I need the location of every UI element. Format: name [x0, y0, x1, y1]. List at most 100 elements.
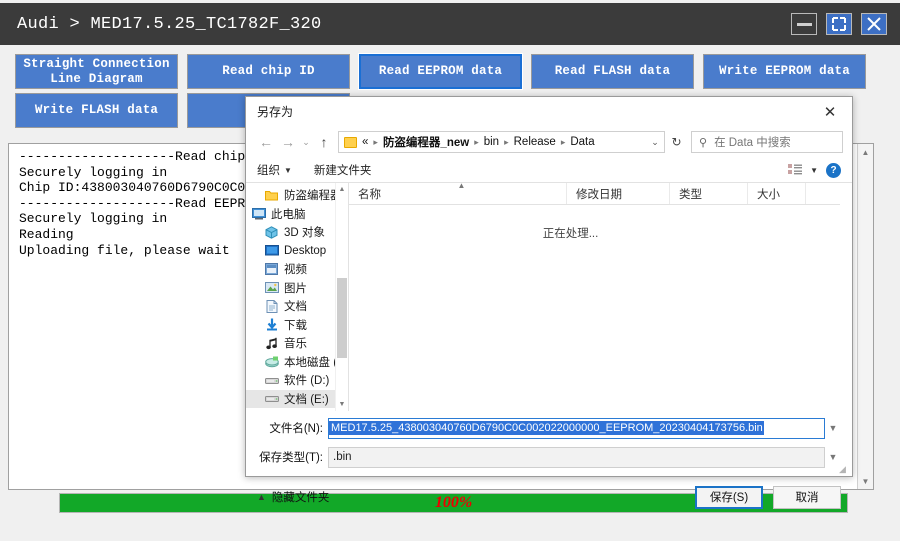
- nav-pane-item-5[interactable]: 图片: [246, 279, 348, 298]
- nav-pane-item-label: 文档 (E:): [284, 391, 329, 407]
- app-title-bar: Audi > MED17.5.25_TC1782F_320: [0, 3, 900, 45]
- filename-input[interactable]: MED17.5.25_438003040760D6790C0C002022000…: [328, 418, 825, 439]
- nav-pane-item-2[interactable]: 3D 对象: [246, 223, 348, 242]
- view-options: ▼ ?: [788, 163, 841, 178]
- filetype-select[interactable]: .bin: [328, 447, 825, 468]
- scroll-up-icon[interactable]: ▲: [858, 144, 873, 160]
- nav-pane-item-4[interactable]: 视频: [246, 260, 348, 279]
- organize-menu[interactable]: 组织 ▼: [257, 162, 292, 178]
- file-list-scrollbar[interactable]: [840, 183, 852, 411]
- folder-icon: [264, 189, 279, 202]
- nav-pane-item-10[interactable]: 软件 (D:): [246, 371, 348, 390]
- window-controls: [791, 13, 887, 35]
- column-header-type[interactable]: 类型: [670, 183, 748, 204]
- read-eeprom-data-button[interactable]: Read EEPROM data: [359, 54, 522, 89]
- nav-pane-item-label: 图片: [284, 280, 307, 296]
- write-eeprom-data-button[interactable]: Write EEPROM data: [703, 54, 866, 89]
- dialog-navigation-bar: ← → ⌄ ↑ « ▸ 防盗编程器_new ▸ bin ▸ Release ▸ …: [246, 126, 852, 158]
- nav-scroll-thumb[interactable]: [337, 278, 347, 358]
- local-disk-icon: [264, 355, 279, 368]
- nav-scroll-up-icon[interactable]: ▲: [336, 183, 348, 196]
- address-dropdown-icon[interactable]: ⌄: [646, 137, 664, 148]
- view-chevron-down-icon[interactable]: ▼: [810, 166, 818, 175]
- nav-pane-item-11[interactable]: 文档 (E:): [246, 390, 348, 409]
- new-folder-button[interactable]: 新建文件夹: [314, 162, 372, 178]
- nav-pane-item-label: 音乐: [284, 335, 307, 351]
- dialog-close-button[interactable]: ✕: [808, 97, 852, 126]
- dialog-body: 防盗编程器_new此电脑3D 对象 Desktop 视频图片文档下载音乐本地磁盘 (…: [246, 183, 852, 411]
- nav-pane-item-0[interactable]: 防盗编程器_new: [246, 186, 348, 205]
- help-icon[interactable]: ?: [826, 163, 841, 178]
- nav-scroll-down-icon[interactable]: ▼: [336, 398, 348, 411]
- sort-ascending-icon: ▲: [458, 181, 466, 190]
- videos-icon: [264, 263, 279, 276]
- downloads-icon: [264, 318, 279, 331]
- nav-pane-item-label: 此电脑: [271, 206, 306, 222]
- nav-pane-item-label: 软件 (D:): [284, 372, 329, 388]
- chevron-down-icon: ▼: [284, 166, 292, 175]
- file-list-pane: 名称 ▲ 修改日期 类型 大小 正在处理...: [349, 183, 852, 411]
- recent-locations-icon[interactable]: ⌄: [299, 131, 313, 153]
- log-scrollbar[interactable]: ▲ ▼: [857, 144, 873, 489]
- save-as-dialog: 另存为 ✕ ← → ⌄ ↑ « ▸ 防盗编程器_new ▸ bin ▸ Rele…: [245, 96, 853, 477]
- nav-pane-item-8[interactable]: 音乐: [246, 334, 348, 353]
- up-one-level-button[interactable]: ↑: [313, 131, 335, 153]
- nav-pane-item-1[interactable]: 此电脑: [246, 205, 348, 224]
- resize-grip-icon[interactable]: ◢: [839, 464, 849, 474]
- desktop-icon: [264, 244, 279, 257]
- cancel-button[interactable]: 取消: [773, 486, 841, 509]
- straight-connection-line-diagram-button[interactable]: Straight Connection Line Diagram: [15, 54, 178, 89]
- write-flash-data-button[interactable]: Write FLASH data: [15, 93, 178, 128]
- breadcrumb-item-1[interactable]: bin: [484, 136, 499, 148]
- dialog-toolbar: 组织 ▼ 新建文件夹 ▼ ?: [246, 158, 852, 183]
- filetype-dropdown-icon[interactable]: ▼: [825, 452, 841, 462]
- action-button-row-1: Straight Connection Line Diagram Read ch…: [0, 54, 866, 89]
- breadcrumb-separator: ▸: [504, 137, 509, 148]
- search-icon: ⚲: [699, 136, 707, 149]
- drive-icon: [264, 392, 279, 405]
- filetype-row: 保存类型(T): .bin ▼: [257, 445, 841, 469]
- back-button[interactable]: ←: [255, 131, 277, 153]
- save-button[interactable]: 保存(S): [695, 486, 763, 509]
- search-box[interactable]: ⚲ 在 Data 中搜索: [691, 131, 843, 153]
- read-chip-id-button[interactable]: Read chip ID: [187, 54, 350, 89]
- navigation-pane: 防盗编程器_new此电脑3D 对象 Desktop 视频图片文档下载音乐本地磁盘 (…: [246, 183, 349, 411]
- navigation-pane-scrollbar[interactable]: ▲ ▼: [335, 183, 348, 411]
- nav-pane-item-label: 下载: [284, 317, 307, 333]
- column-header-name[interactable]: 名称 ▲: [349, 183, 567, 204]
- drive-icon: [264, 374, 279, 387]
- column-label-name: 名称: [358, 186, 381, 202]
- forward-button[interactable]: →: [277, 131, 299, 153]
- column-header-date[interactable]: 修改日期: [567, 183, 670, 204]
- breadcrumb-item-2[interactable]: Release: [514, 136, 556, 148]
- organize-label: 组织: [257, 162, 280, 178]
- filename-label: 文件名(N):: [257, 420, 323, 436]
- nav-pane-item-label: Desktop: [284, 245, 326, 257]
- maximize-button[interactable]: [826, 13, 852, 35]
- scroll-down-icon[interactable]: ▼: [858, 473, 873, 489]
- read-flash-data-button[interactable]: Read FLASH data: [531, 54, 694, 89]
- nav-pane-item-7[interactable]: 下载: [246, 316, 348, 335]
- nav-pane-item-6[interactable]: 文档: [246, 297, 348, 316]
- file-list-header: 名称 ▲ 修改日期 类型 大小: [349, 183, 852, 205]
- minimize-button[interactable]: [791, 13, 817, 35]
- close-button[interactable]: [861, 13, 887, 35]
- nav-pane-item-3[interactable]: Desktop: [246, 242, 348, 261]
- dialog-title: 另存为: [257, 103, 293, 120]
- filename-value: MED17.5.25_438003040760D6790C0C002022000…: [329, 421, 764, 435]
- column-header-size[interactable]: 大小: [748, 183, 806, 204]
- refresh-icon[interactable]: ↻: [665, 131, 688, 153]
- filename-dropdown-icon[interactable]: ▼: [825, 423, 841, 433]
- hide-folders-toggle[interactable]: ▲ 隐藏文件夹: [257, 489, 329, 505]
- nav-pane-item-label: 文档: [284, 298, 307, 314]
- address-bar[interactable]: « ▸ 防盗编程器_new ▸ bin ▸ Release ▸ Data ⌄: [338, 131, 665, 153]
- chevron-up-icon: ▲: [257, 492, 266, 502]
- maximize-icon: [831, 16, 847, 32]
- documents-icon: [264, 300, 279, 313]
- page-title: Audi > MED17.5.25_TC1782F_320: [17, 15, 322, 34]
- music-icon: [264, 337, 279, 350]
- breadcrumb-item-0[interactable]: 防盗编程器_new: [383, 134, 469, 150]
- nav-pane-item-9[interactable]: 本地磁盘 (C:): [246, 353, 348, 372]
- minimize-icon: [797, 23, 812, 26]
- breadcrumb-item-3[interactable]: Data: [570, 136, 594, 148]
